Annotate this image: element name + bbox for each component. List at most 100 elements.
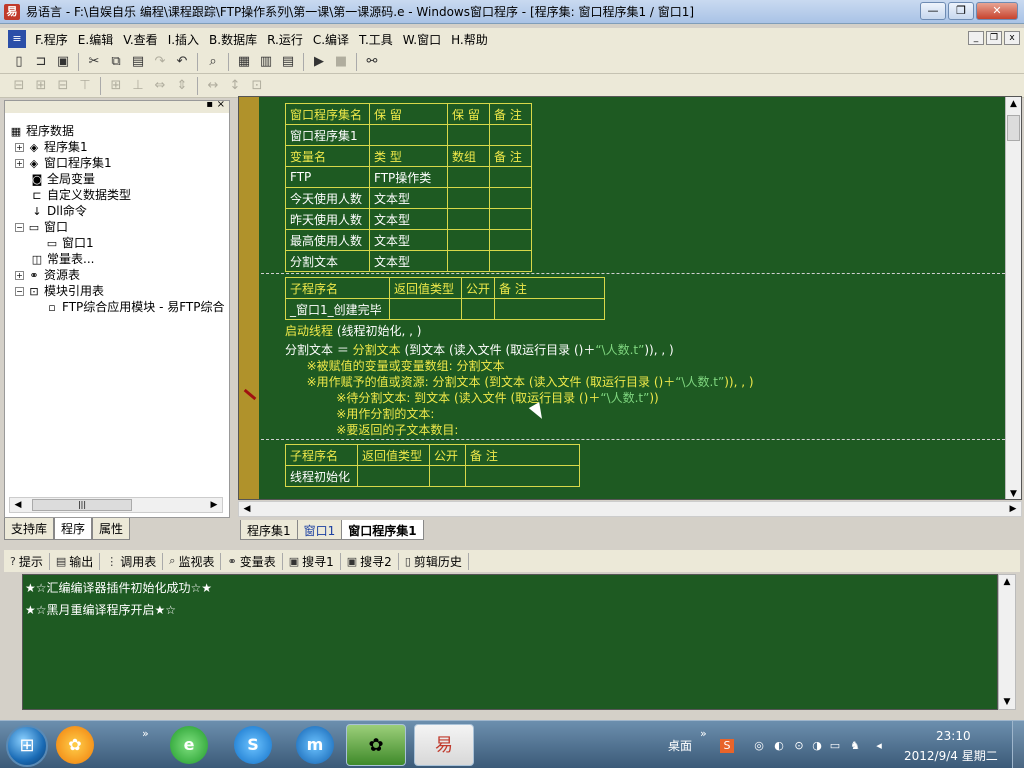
tree-item-window-assembly1[interactable]: + ◈ 窗口程序集1 xyxy=(9,155,227,171)
code-hint-line[interactable]: ※用作赋予的值或资源: 分割文本 (到文本 (读入文件 (取运行目录 ()＋“\… xyxy=(299,374,754,390)
editor-gutter[interactable] xyxy=(239,97,259,499)
table-cell[interactable] xyxy=(447,250,490,272)
align-bottom-icon[interactable]: ⊥ xyxy=(127,76,149,96)
mdi-restore-button[interactable]: ❐ xyxy=(986,31,1002,45)
table-cell[interactable] xyxy=(447,229,490,251)
var-type-cell[interactable]: 文本型 xyxy=(369,229,448,251)
redo-icon[interactable]: ↷ xyxy=(149,52,171,72)
table-cell[interactable] xyxy=(429,465,466,487)
table-cell[interactable] xyxy=(489,250,532,272)
menu-program[interactable]: F.程序 xyxy=(30,31,73,48)
taskbar-window-green[interactable]: ✿ xyxy=(346,724,406,766)
var-name-cell[interactable]: 今天使用人数 xyxy=(285,187,370,209)
tab-properties[interactable]: 属性 xyxy=(92,518,131,540)
code-line[interactable]: 启动线程 (线程初始化, , ) xyxy=(285,323,421,339)
monitor-icon[interactable]: ▭ xyxy=(828,739,842,753)
paste-icon[interactable]: ▤ xyxy=(127,52,149,72)
tab-program[interactable]: 程序 xyxy=(54,518,93,540)
table-cell[interactable] xyxy=(389,298,462,320)
tab-window1[interactable]: 窗口1 xyxy=(296,520,343,540)
var-name-cell[interactable]: 分割文本 xyxy=(285,250,370,272)
scroll-down-icon[interactable]: ▼ xyxy=(999,695,1015,709)
document-icon[interactable]: ≡ xyxy=(8,30,26,48)
expand-icon[interactable]: + xyxy=(15,271,24,280)
start-button[interactable]: ⊞ xyxy=(6,725,48,767)
assembly-name-cell[interactable]: 窗口程序集1 xyxy=(285,124,370,146)
subroutine-name-cell[interactable]: _窗口1_创建完毕 xyxy=(285,298,390,320)
tree-item-program-data[interactable]: ▦ 程序数据 xyxy=(9,123,227,139)
tree-horizontal-scrollbar[interactable]: ◀ ||| ▶ xyxy=(9,497,223,513)
var-name-cell[interactable]: FTP xyxy=(285,166,370,188)
tab-search1[interactable]: ▣ 搜寻1 xyxy=(283,552,341,570)
layout-1-icon[interactable]: ▦ xyxy=(233,52,255,72)
chevron-icon[interactable]: » xyxy=(142,727,149,740)
sogou-input-icon[interactable]: S xyxy=(720,739,734,753)
network-icon[interactable]: ◎ xyxy=(752,739,766,753)
align-right-icon[interactable]: ⊟ xyxy=(52,76,74,96)
close-button[interactable]: ✕ xyxy=(976,2,1018,20)
expand-icon[interactable]: + xyxy=(15,143,24,152)
scroll-right-icon[interactable]: ▶ xyxy=(206,498,222,512)
run-icon[interactable]: ▶ xyxy=(308,52,330,72)
same-width-icon[interactable]: ⇔ xyxy=(149,76,171,96)
table-cell[interactable] xyxy=(494,298,606,320)
var-type-cell[interactable]: 文本型 xyxy=(369,250,448,272)
editor-vertical-scrollbar[interactable]: ▲ ▼ xyxy=(1005,97,1021,499)
tree-item-custom-types[interactable]: ⊏ 自定义数据类型 xyxy=(9,187,227,203)
space-vertical-icon[interactable]: ↕ xyxy=(224,76,246,96)
menu-tools[interactable]: T.工具 xyxy=(354,31,398,48)
tree-item-constants[interactable]: ◫ 常量表... xyxy=(9,251,227,267)
layout-2-icon[interactable]: ▥ xyxy=(255,52,277,72)
speaker-tray-icon[interactable]: ◐ xyxy=(772,739,786,753)
var-type-cell[interactable]: 文本型 xyxy=(369,208,448,230)
menu-edit[interactable]: E.编辑 xyxy=(73,31,118,48)
space-horizontal-icon[interactable]: ↔ xyxy=(202,76,224,96)
subroutine-name-cell[interactable]: 线程初始化 xyxy=(285,465,358,487)
tab-assembly1[interactable]: 程序集1 xyxy=(240,520,298,540)
scroll-thumb[interactable]: ||| xyxy=(32,499,132,511)
scroll-down-icon[interactable]: ▼ xyxy=(1006,487,1021,499)
tree-item-global-vars[interactable]: ◙ 全局变量 xyxy=(9,171,227,187)
align-middle-icon[interactable]: ⊞ xyxy=(105,76,127,96)
binoculars-icon[interactable]: ⚯ xyxy=(361,52,383,72)
cut-icon[interactable]: ✂ xyxy=(83,52,105,72)
maxthon-app-icon[interactable]: m xyxy=(296,726,334,764)
tree-item-windows[interactable]: − ▭ 窗口 xyxy=(9,219,227,235)
menu-help[interactable]: H.帮助 xyxy=(446,31,493,48)
browser-app-icon[interactable]: e xyxy=(170,726,208,764)
collapse-icon[interactable]: − xyxy=(15,287,24,296)
stop-icon[interactable]: ■ xyxy=(330,52,352,72)
code-hint-line[interactable]: ※被赋值的变量或变量数组: 分割文本 xyxy=(299,358,505,374)
editor-horizontal-scrollbar[interactable]: ◀ ▶ xyxy=(238,501,1022,517)
table-cell[interactable] xyxy=(489,187,532,209)
var-name-cell[interactable]: 最高使用人数 xyxy=(285,229,370,251)
table-cell[interactable] xyxy=(369,124,448,146)
menu-insert[interactable]: I.插入 xyxy=(163,31,204,48)
var-name-cell[interactable]: 昨天使用人数 xyxy=(285,208,370,230)
tab-search2[interactable]: ▣ 搜寻2 xyxy=(341,552,399,570)
taskbar-window-eyuyan[interactable]: 易 xyxy=(414,724,474,766)
panel-close-icon[interactable]: × xyxy=(217,99,225,110)
flower-app-icon[interactable]: ✿ xyxy=(56,726,94,764)
volume-icon[interactable]: ◂ xyxy=(872,739,886,753)
qq-icon[interactable]: ♞ xyxy=(848,739,862,753)
scroll-left-icon[interactable]: ◀ xyxy=(239,502,255,516)
menu-view[interactable]: V.查看 xyxy=(118,31,162,48)
tab-window-assembly1[interactable]: 窗口程序集1 xyxy=(341,520,424,540)
tab-output[interactable]: ▤ 输出 xyxy=(50,552,101,570)
code-line[interactable]: 分割文本 ＝ 分割文本 (到文本 (读入文件 (取运行目录 ()＋“\人数.t”… xyxy=(285,342,674,358)
center-icon[interactable]: ⊡ xyxy=(246,76,268,96)
panel-pin-icon[interactable]: ▪ xyxy=(206,99,213,110)
table-cell[interactable] xyxy=(489,166,532,188)
show-desktop-button[interactable] xyxy=(1012,721,1024,768)
menu-run[interactable]: R.运行 xyxy=(262,31,308,48)
output-vertical-scrollbar[interactable]: ▲ ▼ xyxy=(998,574,1016,710)
table-cell[interactable] xyxy=(447,187,490,209)
tab-hint[interactable]: ? 提示 xyxy=(4,552,50,570)
align-center-icon[interactable]: ⊞ xyxy=(30,76,52,96)
table-cell[interactable] xyxy=(447,166,490,188)
layout-3-icon[interactable]: ▤ xyxy=(277,52,299,72)
tab-watch-table[interactable]: ⌕ 监视表 xyxy=(163,552,222,570)
scroll-up-icon[interactable]: ▲ xyxy=(999,575,1015,589)
expand-icon[interactable]: + xyxy=(15,159,24,168)
